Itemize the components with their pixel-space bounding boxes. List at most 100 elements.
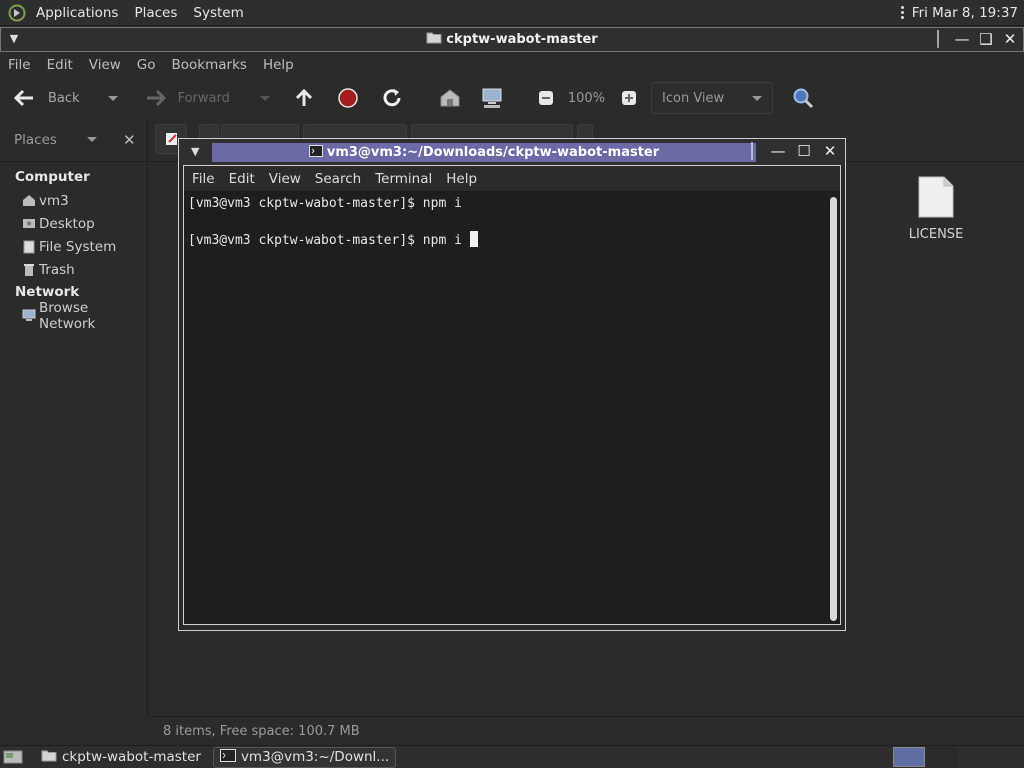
sidebar-item-file-system[interactable]: File System [0,235,147,258]
file-item[interactable]: LICENSE [902,175,970,242]
back-label: Back [48,90,80,106]
up-button[interactable] [292,83,316,113]
terminal-content: File Edit View Search Terminal Help [vm3… [183,165,841,625]
fm-window-buttons: │ — ❑ ✕ [929,30,1019,48]
close-button[interactable]: ✕ [1001,30,1019,48]
zoom-level[interactable]: 100% [568,83,605,113]
terminal-prompt-line: [vm3@vm3 ckptw-wabot-master]$ npm i [188,231,823,249]
fm-menu-go[interactable]: Go [129,57,164,73]
term-menu-file[interactable]: File [184,171,221,187]
file-name: LICENSE [908,227,964,242]
zoom-out-button[interactable] [534,83,558,113]
task-file-manager[interactable]: ckptw-wabot-master [35,747,207,768]
terminal-output[interactable]: [vm3@vm3 ckptw-wabot-master]$ npm i [vm3… [184,191,827,624]
clock[interactable]: Fri Mar 8, 19:37 [912,5,1024,21]
back-arrow-icon [12,86,36,110]
terminal-titlebar[interactable]: ▼ vm3@vm3:~/Downloads/ckptw-wabot-master… [179,139,845,165]
view-mode-value: Icon View [662,90,725,106]
fm-menu-bookmarks[interactable]: Bookmarks [164,57,255,73]
window-separator-icon: │ [933,30,943,48]
reload-button[interactable] [380,83,404,113]
fm-menu-help[interactable]: Help [255,57,302,73]
bottom-panel: ckptw-wabot-master vm3@vm3:~/Downl... [0,745,1024,768]
terminal-icon [308,144,323,161]
places-menu[interactable]: Places [126,0,185,26]
reload-icon [380,86,404,110]
task-terminal[interactable]: vm3@vm3:~/Downl... [212,746,397,768]
zoom-in-button[interactable] [617,83,641,113]
task-label: ckptw-wabot-master [62,749,201,765]
terminal-scrollbar[interactable] [827,191,840,624]
show-desktop-icon[interactable] [3,749,23,765]
applications-menu[interactable]: Applications [28,0,126,26]
forward-button[interactable]: Forward [144,83,270,113]
panel-handle-icon[interactable] [898,6,908,19]
places-sidebar: Places ✕ Computer vm3 Desktop File Syste… [0,118,148,716]
sidebar-item-label: Browse Network [39,299,96,332]
network-icon [22,309,36,323]
scrollbar-thumb[interactable] [830,197,837,621]
fm-toolbar: Back Forward 100% Icon View [0,78,1024,118]
sidebar-item-desktop[interactable]: Desktop [0,212,147,235]
fm-menu-view[interactable]: View [81,57,129,73]
stop-button[interactable] [336,83,360,113]
terminal-menubar: File Edit View Search Terminal Help [184,166,840,191]
sidebar-item-browse-network[interactable]: Browse Network [0,300,147,332]
computer-icon [480,86,504,110]
fm-menu-file[interactable]: File [0,57,39,73]
system-menu[interactable]: System [185,0,251,26]
fm-menu-edit[interactable]: Edit [39,57,81,73]
sidebar-item-trash[interactable]: Trash [0,258,147,281]
minimize-button[interactable]: — [769,142,787,160]
terminal-window: ▼ vm3@vm3:~/Downloads/ckptw-wabot-master… [178,138,846,631]
terminal-title-text: vm3@vm3:~/Downloads/ckptw-wabot-master [326,145,660,160]
folder-icon [41,749,57,766]
term-menu-edit[interactable]: Edit [221,171,261,187]
sidebar-header-label[interactable]: Places [14,132,57,148]
back-button[interactable]: Back [12,83,118,113]
text-cursor [469,231,478,247]
folder-icon [426,31,442,48]
trash-icon [22,263,36,277]
term-menu-search[interactable]: Search [307,171,367,187]
term-menu-help[interactable]: Help [438,171,483,187]
sidebar-item-label: Desktop [39,215,95,232]
fm-titlebar[interactable]: ▼ ckptw-wabot-master │ — ❑ ✕ [0,27,1024,52]
term-menu-terminal[interactable]: Terminal [367,171,438,187]
sidebar-item-label: Trash [39,261,75,278]
forward-history-icon[interactable] [259,95,270,101]
sidebar-item-label: File System [39,238,117,255]
fm-title-text: ckptw-wabot-master [446,32,598,47]
maximize-button[interactable]: ❑ [977,30,995,48]
zoom-out-icon [534,86,558,110]
up-arrow-icon [292,86,316,110]
close-icon[interactable]: ✕ [123,131,136,149]
status-text: 8 items, Free space: 100.7 MB [163,723,360,739]
terminal-line: [vm3@vm3 ckptw-wabot-master]$ npm i [188,196,462,211]
chevron-down-icon[interactable] [86,137,97,142]
minimize-button[interactable]: — [953,30,971,48]
search-icon [791,86,815,110]
maximize-button[interactable]: ☐ [795,142,813,160]
sidebar-item-vm3[interactable]: vm3 [0,189,147,212]
sidebar-item-label: vm3 [39,192,69,209]
task-label: vm3@vm3:~/Downl... [240,749,390,765]
text-file-icon [917,175,955,223]
close-button[interactable]: ✕ [821,142,839,160]
window-menu-icon[interactable]: ▼ [191,145,199,158]
search-button[interactable] [791,83,815,113]
applications-logo-icon[interactable] [6,2,28,24]
home-button[interactable] [438,83,462,113]
window-menu-icon[interactable]: ▼ [7,32,21,46]
computer-button[interactable] [480,83,504,113]
workspace-1[interactable] [893,747,925,767]
sidebar-header: Places ✕ [0,118,147,162]
workspace-2[interactable] [926,747,958,767]
term-menu-view[interactable]: View [261,171,307,187]
terminal-icon [219,748,236,766]
file-system-icon [22,240,36,254]
back-history-icon[interactable] [107,95,118,101]
sidebar-section-computer: Computer [15,169,90,185]
view-mode-select[interactable]: Icon View [651,82,774,114]
